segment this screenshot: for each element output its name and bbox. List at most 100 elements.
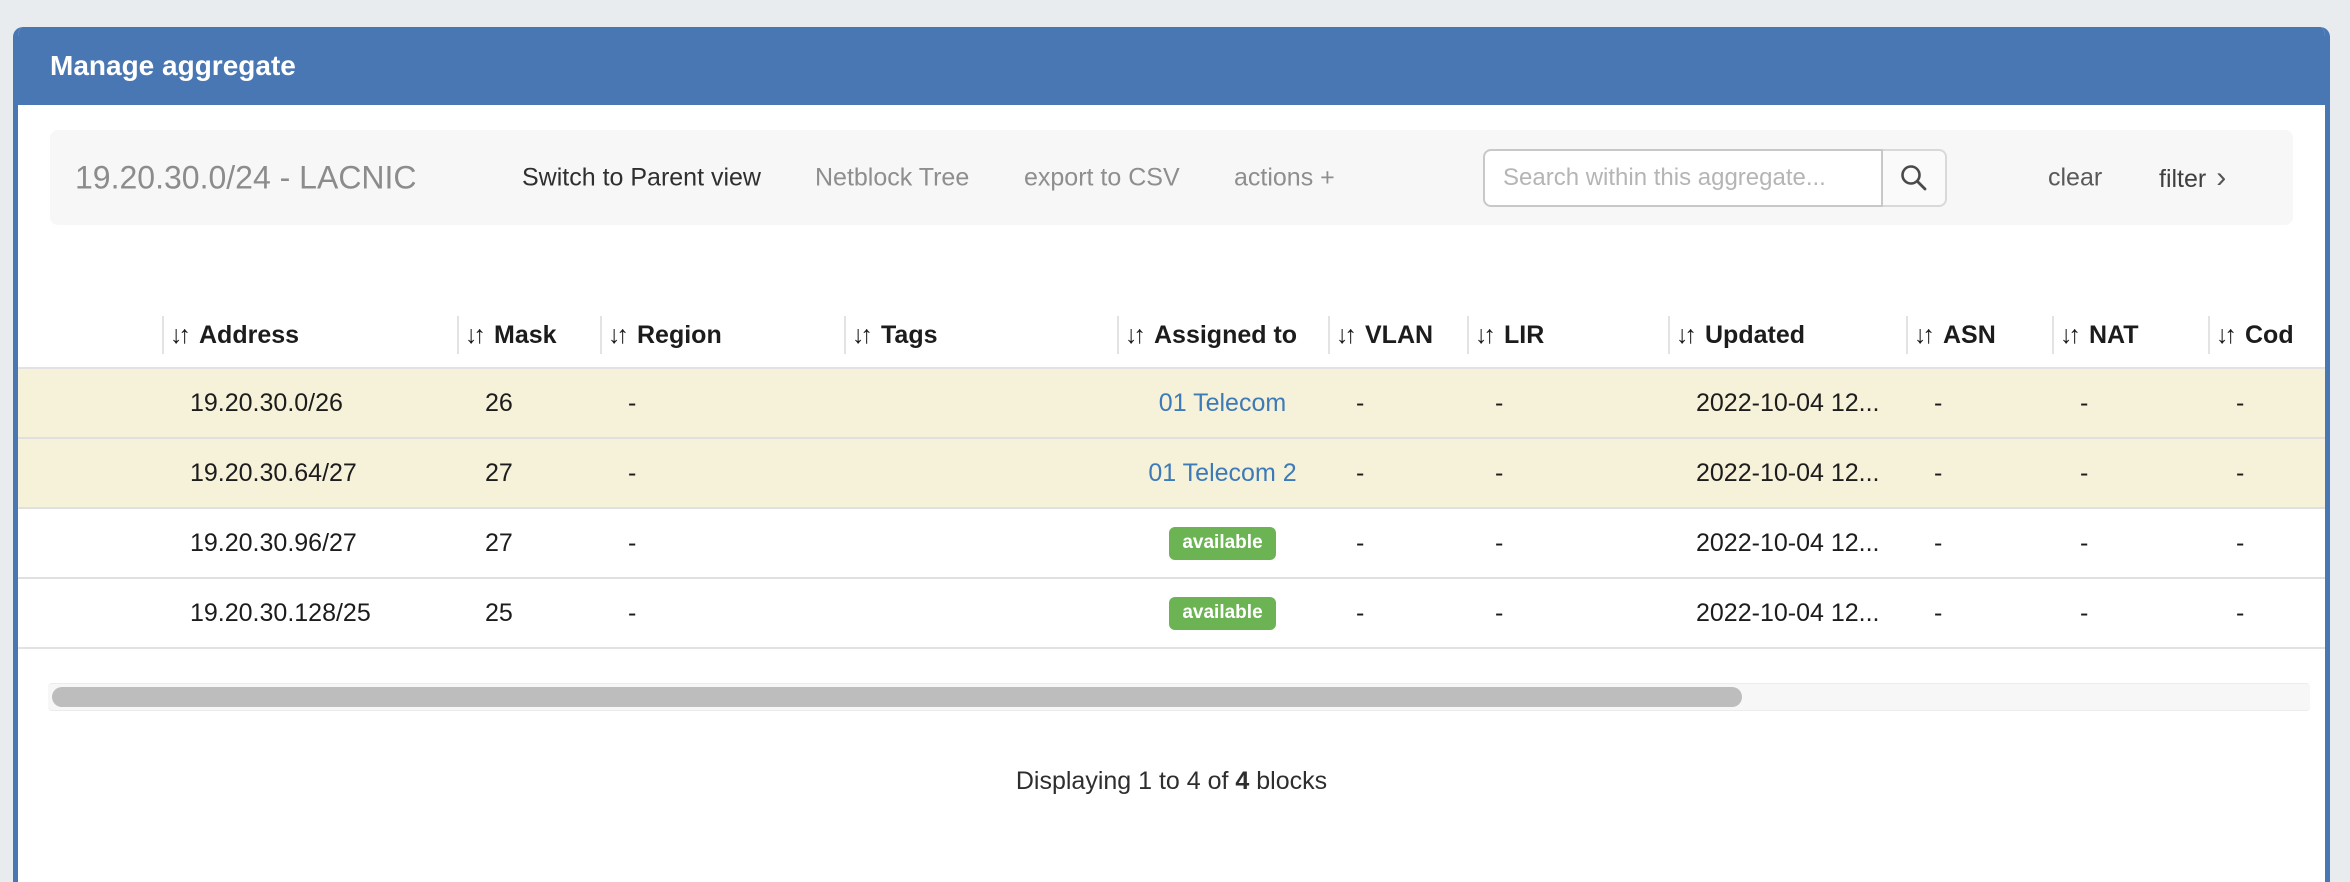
sort-icon: ↓↑ (465, 321, 482, 349)
clear-button[interactable]: clear (2048, 163, 2102, 192)
netblock-table: ↓↑ Address ↓↑ Mask ↓↑ Region ↓↑ Tags ↓↑ Assigned … (18, 303, 2325, 649)
table-row: 19.20.30.96/2727-available--2022-10-04 1… (18, 508, 2325, 578)
assigned-to-link[interactable]: 01 Telecom (1159, 389, 1286, 417)
pagination-text-before: Displaying 1 to 4 of (1016, 767, 1236, 795)
column-header-mask[interactable]: ↓↑ Mask (457, 303, 600, 368)
filter-button[interactable]: filter › (2159, 161, 2226, 195)
column-header-lir[interactable]: ↓↑LIR (1467, 303, 1668, 368)
cell-updated: 2022-10-04 12... (1668, 578, 1906, 648)
cell-region: - (600, 578, 844, 648)
column-header-region[interactable]: ↓↑ Region (600, 303, 844, 368)
cell-address: 19.20.30.128/25 (162, 578, 457, 648)
cell-lir: - (1467, 438, 1668, 508)
assigned-to-link[interactable]: 01 Telecom 2 (1148, 459, 1296, 487)
table-row: 19.20.30.0/2626-01 Telecom--2022-10-04 1… (18, 368, 2325, 438)
cell-address: 19.20.30.96/27 (162, 508, 457, 578)
cell-mask: 26 (457, 368, 600, 438)
switch-to-parent-view-button[interactable]: Switch to Parent view (522, 163, 761, 192)
cell-region: - (600, 508, 844, 578)
cell-updated: 2022-10-04 12... (1668, 368, 1906, 438)
cell-updated: 2022-10-04 12... (1668, 508, 1906, 578)
cell-tags (844, 368, 1117, 438)
column-header-label: Updated (1705, 321, 1805, 349)
column-header-blank (18, 303, 162, 368)
cell-blank (18, 578, 162, 648)
cell-blank (18, 438, 162, 508)
cell-region: - (600, 438, 844, 508)
sort-icon: ↓↑ (1125, 321, 1142, 349)
sort-icon: ↓↑ (170, 321, 187, 349)
cell-asn: - (1906, 368, 2052, 438)
column-header-cod[interactable]: ↓↑ Cod (2208, 303, 2325, 368)
cell-asn: - (1906, 578, 2052, 648)
sort-icon: ↓↑ (1914, 321, 1931, 349)
actions-menu-button[interactable]: actions + (1234, 163, 1335, 192)
cell-nat: - (2052, 578, 2208, 648)
table-header-row: ↓↑ Address ↓↑ Mask ↓↑ Region ↓↑ Tags ↓↑ Assigned … (18, 303, 2325, 368)
cell-updated: 2022-10-04 12... (1668, 438, 1906, 508)
search-icon (1898, 162, 1930, 194)
cell-vlan: - (1328, 578, 1467, 648)
cell-assigned-to: 01 Telecom (1117, 368, 1328, 438)
cell-mask: 27 (457, 508, 600, 578)
column-header-nat[interactable]: ↓↑NAT (2052, 303, 2208, 368)
cell-vlan: - (1328, 438, 1467, 508)
column-header-label: Mask (494, 321, 557, 349)
column-header-label: Cod (2245, 321, 2294, 349)
table-row: 19.20.30.64/2727-01 Telecom 2--2022-10-0… (18, 438, 2325, 508)
chevron-right-icon: › (2216, 161, 2226, 194)
cell-assigned-to: available (1117, 508, 1328, 578)
export-to-csv-button[interactable]: export to CSV (1024, 163, 1180, 192)
horizontal-scrollbar-track[interactable] (48, 683, 2310, 711)
search-button[interactable] (1883, 149, 1947, 207)
cell-code: - (2208, 438, 2325, 508)
cell-vlan: - (1328, 368, 1467, 438)
pagination-status: Displaying 1 to 4 of 4 blocks (18, 767, 2325, 796)
column-header-label: Address (199, 321, 299, 349)
column-header-label: Tags (881, 321, 938, 349)
column-header-asn[interactable]: ↓↑ASN (1906, 303, 2052, 368)
column-header-assigned-to[interactable]: ↓↑ Assigned to (1117, 303, 1328, 368)
cell-address: 19.20.30.0/26 (162, 368, 457, 438)
table-row: 19.20.30.128/2525-available--2022-10-04 … (18, 578, 2325, 648)
cell-nat: - (2052, 368, 2208, 438)
sort-icon: ↓↑ (852, 321, 869, 349)
cell-code: - (2208, 368, 2325, 438)
cell-nat: - (2052, 508, 2208, 578)
pagination-text-after: blocks (1249, 767, 1327, 795)
netblock-tree-button[interactable]: Netblock Tree (815, 163, 969, 192)
filter-label: filter (2159, 165, 2206, 193)
horizontal-scrollbar-thumb[interactable] (52, 687, 1742, 707)
cell-lir: - (1467, 368, 1668, 438)
cell-region: - (600, 368, 844, 438)
sort-icon: ↓↑ (1676, 321, 1693, 349)
column-header-label: Region (637, 321, 722, 349)
search-box (1483, 149, 1947, 207)
cell-mask: 25 (457, 578, 600, 648)
cell-lir: - (1467, 508, 1668, 578)
sort-icon: ↓↑ (2216, 321, 2233, 349)
column-header-address[interactable]: ↓↑ Address (162, 303, 457, 368)
cell-code: - (2208, 508, 2325, 578)
column-header-label: Assigned to (1154, 321, 1297, 349)
cell-lir: - (1467, 578, 1668, 648)
column-header-vlan[interactable]: ↓↑VLAN (1328, 303, 1467, 368)
toolbar: 19.20.30.0/24 - LACNIC Switch to Parent … (50, 130, 2293, 225)
column-header-label: VLAN (1365, 321, 1433, 349)
cell-asn: - (1906, 438, 2052, 508)
cell-assigned-to: 01 Telecom 2 (1117, 438, 1328, 508)
cell-asn: - (1906, 508, 2052, 578)
cell-tags (844, 438, 1117, 508)
column-header-label: NAT (2089, 321, 2139, 349)
sort-icon: ↓↑ (608, 321, 625, 349)
panel-header: Manage aggregate (18, 27, 2325, 105)
available-status-badge: available (1169, 527, 1275, 560)
cell-code: - (2208, 578, 2325, 648)
cell-vlan: - (1328, 508, 1467, 578)
column-header-label: LIR (1504, 321, 1544, 349)
aggregate-title: 19.20.30.0/24 - LACNIC (75, 159, 417, 196)
search-input[interactable] (1483, 149, 1883, 207)
column-header-tags[interactable]: ↓↑ Tags (844, 303, 1117, 368)
manage-aggregate-panel: Manage aggregate 19.20.30.0/24 - LACNIC … (13, 27, 2330, 882)
column-header-updated[interactable]: ↓↑ Updated (1668, 303, 1906, 368)
